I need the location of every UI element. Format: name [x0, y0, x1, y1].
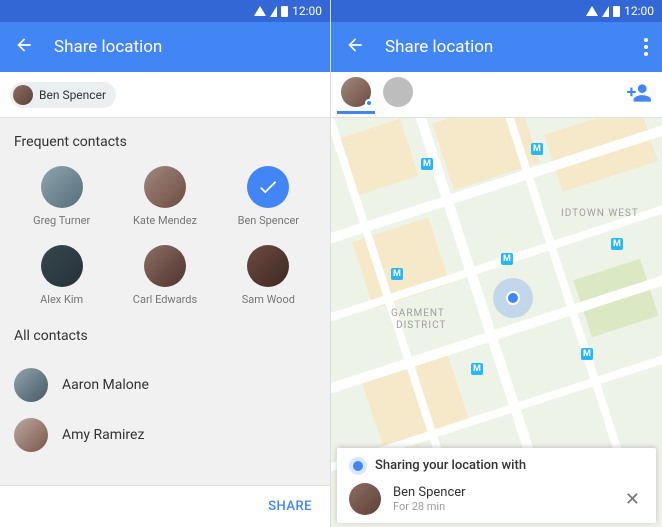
contact-greg-turner[interactable]: Greg Turner	[14, 166, 109, 227]
footer-bar: SHARE	[0, 485, 330, 527]
avatar-icon	[13, 85, 33, 105]
location-dot-icon	[506, 291, 520, 305]
wifi-icon	[270, 6, 277, 17]
avatar-icon	[349, 483, 381, 515]
sheet-title: Sharing your location with	[375, 458, 526, 473]
share-button[interactable]: SHARE	[268, 499, 312, 514]
close-icon[interactable]: ✕	[621, 485, 644, 514]
frequent-grid: Greg Turner Kate Mendez Ben Spencer Alex…	[14, 166, 316, 306]
avatar-icon	[144, 245, 186, 287]
location-dot-icon	[353, 461, 363, 471]
map-view[interactable]: M M M M M M M IDTOWN WEST GARMENT DISTRI…	[331, 118, 662, 527]
sharing-avatars-bar	[331, 72, 662, 118]
contact-name: Sam Wood	[242, 293, 295, 306]
metro-icon: M	[611, 238, 623, 250]
list-item[interactable]: Aaron Malone	[14, 360, 316, 410]
page-title: Share location	[54, 37, 316, 57]
bottom-sheet: Sharing your location with Ben Spencer F…	[337, 448, 656, 523]
avatar-icon	[14, 418, 48, 452]
back-icon[interactable]	[14, 35, 34, 59]
contact-name: Kate Mendez	[133, 214, 197, 227]
contacts-pane: 12:00 Share location Ben Spencer Frequen…	[0, 0, 331, 527]
avatar-icon	[14, 368, 48, 402]
contact-ben-spencer[interactable]: Ben Spencer	[221, 166, 316, 227]
contact-kate-mendez[interactable]: Kate Mendez	[117, 166, 212, 227]
metro-icon: M	[581, 348, 593, 360]
sharing-row: Ben Spencer For 28 min ✕	[349, 483, 644, 515]
avatar-tab-active[interactable]	[341, 77, 371, 113]
page-title: Share location	[385, 37, 624, 57]
all-contacts-title: All contacts	[14, 328, 316, 344]
clock: 12:00	[292, 4, 322, 18]
contact-name: Amy Ramirez	[62, 427, 144, 443]
back-icon[interactable]	[345, 35, 365, 59]
sharing-duration: For 28 min	[393, 500, 609, 513]
overflow-menu-icon[interactable]	[644, 38, 648, 56]
battery-icon	[613, 6, 620, 17]
contact-name: Greg Turner	[33, 214, 90, 227]
metro-icon: M	[501, 253, 513, 265]
signal-icon	[586, 6, 598, 16]
clock: 12:00	[624, 4, 654, 18]
contact-name: Aaron Malone	[62, 377, 149, 393]
signal-icon	[254, 6, 266, 16]
contact-alex-kim[interactable]: Alex Kim	[14, 245, 109, 306]
avatar-icon	[41, 245, 83, 287]
sharing-name: Ben Spencer	[393, 485, 609, 500]
frequent-title: Frequent contacts	[14, 134, 316, 150]
contact-name: Carl Edwards	[133, 293, 197, 306]
map-label: GARMENT	[391, 308, 445, 319]
metro-icon: M	[531, 143, 543, 155]
status-bar: 12:00	[331, 0, 662, 22]
contact-sam-wood[interactable]: Sam Wood	[221, 245, 316, 306]
app-bar: Share location	[331, 22, 662, 72]
avatar-icon	[383, 77, 413, 107]
contact-name: Ben Spencer	[238, 214, 299, 227]
metro-icon: M	[471, 363, 483, 375]
app-bar: Share location	[0, 22, 330, 72]
metro-icon: M	[421, 158, 433, 170]
map-pane: 12:00 Share location	[331, 0, 662, 527]
map-label: DISTRICT	[396, 320, 446, 331]
contact-carl-edwards[interactable]: Carl Edwards	[117, 245, 212, 306]
add-person-icon[interactable]	[626, 80, 652, 110]
avatar-icon	[247, 245, 289, 287]
avatar-icon	[41, 166, 83, 208]
contact-name: Alex Kim	[40, 293, 83, 306]
avatar-tabs	[341, 77, 413, 113]
chip-label: Ben Spencer	[39, 88, 106, 102]
sheet-header: Sharing your location with	[349, 458, 644, 473]
status-bar: 12:00	[0, 0, 330, 22]
map-label: IDTOWN WEST	[561, 208, 639, 219]
wifi-icon	[602, 6, 609, 17]
selected-chip-bar: Ben Spencer	[0, 72, 330, 118]
battery-icon	[281, 6, 288, 17]
list-item[interactable]: Amy Ramirez	[14, 410, 316, 460]
avatar-icon	[144, 166, 186, 208]
contacts-body: Frequent contacts Greg Turner Kate Mende…	[0, 118, 330, 527]
all-contacts-list: Aaron Malone Amy Ramirez	[14, 360, 316, 460]
metro-icon: M	[391, 268, 403, 280]
selected-contact-chip[interactable]: Ben Spencer	[10, 82, 116, 108]
avatar-tab[interactable]	[383, 77, 413, 113]
active-dot-icon	[365, 99, 373, 107]
check-icon	[247, 166, 289, 208]
sharing-info: Ben Spencer For 28 min	[393, 485, 609, 513]
